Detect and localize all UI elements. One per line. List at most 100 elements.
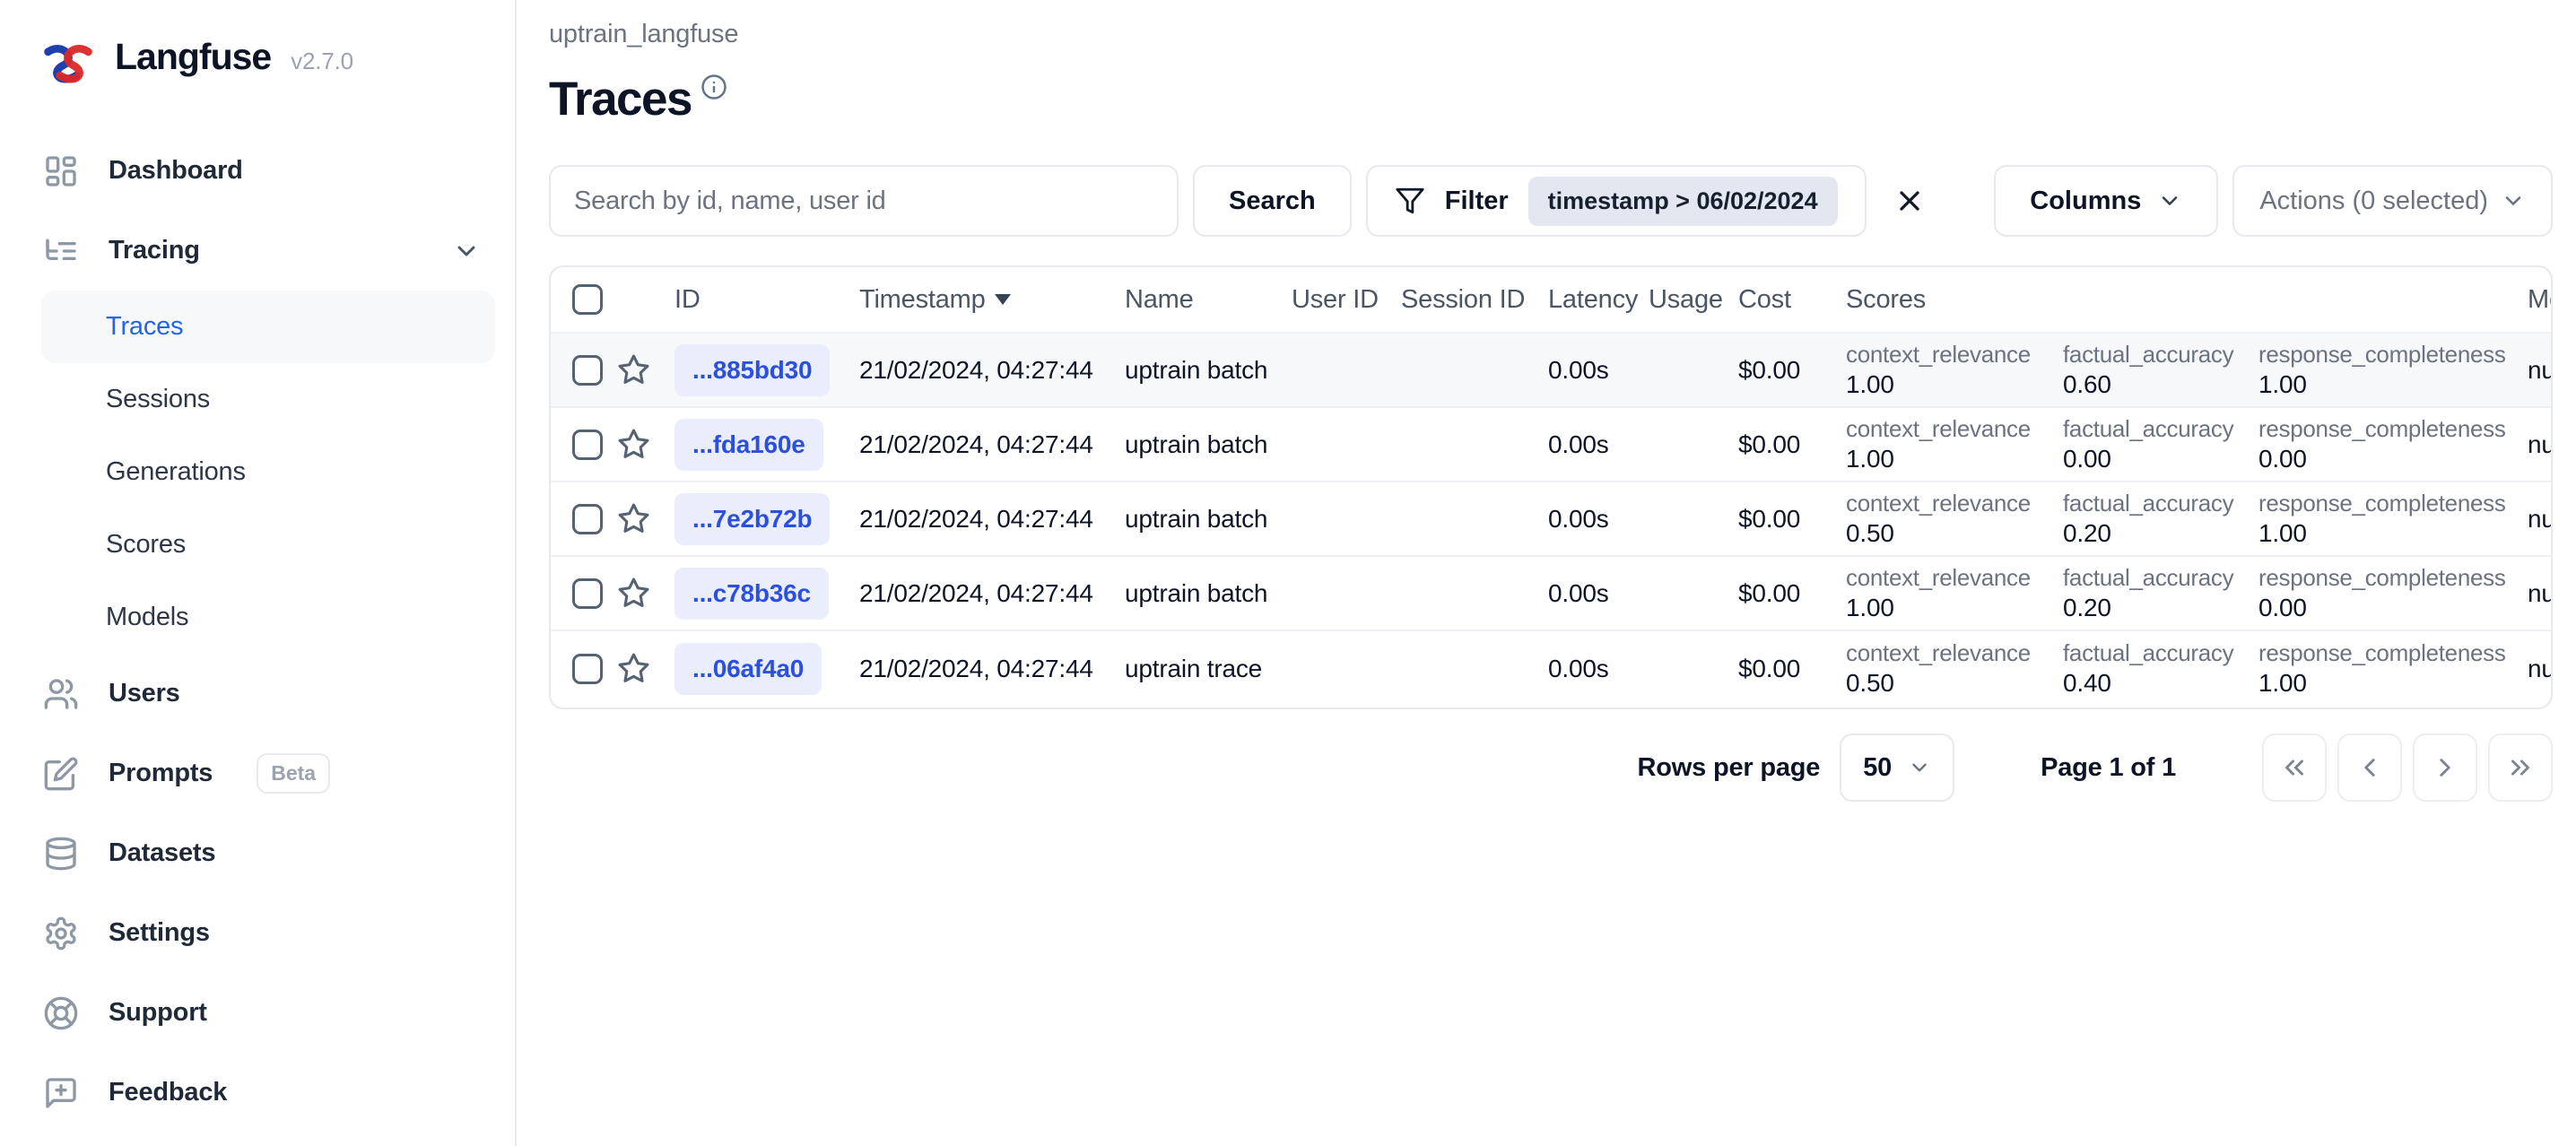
sidebar-subitem-label: Sessions	[106, 385, 211, 413]
beta-badge: Beta	[257, 753, 331, 794]
score-context-relevance: context_relevance 0.50	[1846, 490, 2031, 547]
sidebar-item-tracing[interactable]: Tracing	[41, 211, 495, 291]
sidebar-item-datasets[interactable]: Datasets	[41, 813, 495, 893]
langfuse-logo-icon	[41, 43, 95, 84]
column-header-cost[interactable]: Cost	[1738, 285, 1824, 315]
column-header-timestamp[interactable]: Timestamp	[859, 285, 1125, 315]
metadata-cell: null	[2528, 504, 2553, 533]
latency-cell: 0.00s	[1548, 355, 1609, 384]
trace-id-link[interactable]: ...06af4a0	[674, 642, 822, 695]
cost-cell: $0.00	[1738, 430, 1801, 458]
sidebar-subitem-label: Generations	[106, 457, 246, 486]
columns-button[interactable]: Columns	[1994, 165, 2219, 237]
app-logo[interactable]: Langfuse v2.7.0	[41, 36, 495, 91]
sidebar-item-traces[interactable]: Traces	[41, 291, 495, 363]
latency-cell: 0.00s	[1548, 504, 1609, 533]
column-header-metadata[interactable]: Metadata	[2506, 285, 2551, 315]
trace-id-link[interactable]: ...fda160e	[674, 418, 823, 471]
cost-cell: $0.00	[1738, 578, 1801, 607]
pen-square-icon	[43, 756, 79, 792]
score-context-relevance: context_relevance 0.50	[1846, 639, 2031, 697]
pagination: Rows per page 50 Page 1 of 1	[549, 733, 2553, 803]
sidebar-item-settings[interactable]: Settings	[41, 893, 495, 973]
metadata-cell: null	[2528, 578, 2553, 607]
row-checkbox[interactable]	[572, 429, 603, 460]
clear-filter-button[interactable]	[1893, 165, 1926, 237]
row-checkbox[interactable]	[572, 577, 603, 609]
cost-cell: $0.00	[1738, 654, 1801, 682]
latency-cell: 0.00s	[1548, 654, 1609, 682]
table-row[interactable]: ...fda160e 21/02/2024, 04:27:44 uptrain …	[551, 408, 2553, 482]
scores-cell: context_relevance 1.00 factual_accuracy …	[1824, 414, 2506, 474]
name-cell: uptrain batch	[1125, 504, 1268, 533]
trace-id-link[interactable]: ...7e2b72b	[674, 492, 831, 545]
row-checkbox[interactable]	[572, 653, 603, 684]
trace-id-link[interactable]: ...885bd30	[674, 343, 831, 396]
sort-desc-icon	[994, 294, 1011, 305]
info-icon[interactable]	[701, 74, 727, 100]
chevron-down-icon[interactable]	[452, 237, 481, 265]
star-icon[interactable]	[617, 353, 674, 386]
column-header-usage[interactable]: Usage	[1649, 285, 1738, 315]
table-row[interactable]: ...06af4a0 21/02/2024, 04:27:44 uptrain …	[551, 631, 2551, 706]
score-context-relevance: context_relevance 1.00	[1846, 415, 2031, 473]
rows-per-page-select[interactable]: 50	[1840, 734, 1955, 802]
column-header-scores[interactable]: Scores	[1824, 285, 2506, 315]
trace-id-link[interactable]: ...c78b36c	[674, 567, 829, 620]
traces-table: ID Timestamp Name User ID Session ID Lat…	[549, 265, 2553, 709]
score-response-completeness: response_completeness 0.00	[2258, 415, 2506, 473]
filter-button[interactable]: Filter timestamp > 06/02/2024	[1365, 165, 1867, 237]
filter-chip[interactable]: timestamp > 06/02/2024	[1527, 176, 1838, 226]
sidebar-item-feedback[interactable]: Feedback	[41, 1053, 495, 1133]
select-all-checkbox[interactable]	[572, 284, 603, 315]
star-icon[interactable]	[617, 428, 674, 461]
name-cell: uptrain batch	[1125, 578, 1268, 607]
chevron-down-icon	[2157, 188, 2182, 213]
list-tree-icon	[43, 233, 79, 269]
sidebar-item-label: Feedback	[109, 1078, 228, 1107]
star-icon[interactable]	[617, 652, 674, 685]
sidebar-item-label: Users	[109, 679, 180, 708]
sidebar-item-generations[interactable]: Generations	[41, 436, 495, 508]
score-response-completeness: response_completeness 1.00	[2258, 341, 2506, 398]
table-row[interactable]: ...7e2b72b 21/02/2024, 04:27:44 uptrain …	[551, 482, 2553, 557]
page-indicator: Page 1 of 1	[2041, 752, 2176, 782]
star-icon[interactable]	[617, 577, 674, 610]
name-cell: uptrain batch	[1125, 430, 1268, 458]
score-factual-accuracy: factual_accuracy 0.20	[2063, 564, 2234, 621]
search-button[interactable]: Search	[1193, 165, 1352, 237]
sidebar-item-label: Tracing	[109, 236, 200, 265]
first-page-button[interactable]	[2262, 734, 2327, 802]
sidebar-item-scores[interactable]: Scores	[41, 508, 495, 581]
sidebar-item-dashboard[interactable]: Dashboard	[41, 131, 495, 211]
actions-button[interactable]: Actions (0 selected)	[2232, 165, 2553, 237]
column-header-name[interactable]: Name	[1125, 285, 1292, 315]
chevron-down-icon	[1908, 756, 1931, 779]
table-row[interactable]: ...885bd30 21/02/2024, 04:27:44 uptrain …	[551, 334, 2551, 408]
cost-cell: $0.00	[1738, 355, 1801, 384]
metadata-cell: null	[2528, 430, 2553, 458]
column-header-id[interactable]: ID	[674, 285, 859, 315]
column-header-user-id[interactable]: User ID	[1292, 285, 1401, 315]
sidebar-item-users[interactable]: Users	[41, 654, 495, 734]
sidebar-subitem-label: Scores	[106, 530, 187, 559]
sidebar-item-support[interactable]: Support	[41, 973, 495, 1053]
funnel-icon	[1395, 186, 1425, 216]
sidebar-item-models[interactable]: Models	[41, 581, 495, 654]
row-checkbox[interactable]	[572, 354, 603, 386]
sidebar-item-label: Settings	[109, 918, 210, 947]
last-page-button[interactable]	[2488, 734, 2553, 802]
column-header-session-id[interactable]: Session ID	[1401, 285, 1548, 315]
column-header-latency[interactable]: Latency	[1548, 285, 1649, 315]
table-row[interactable]: ...c78b36c 21/02/2024, 04:27:44 uptrain …	[551, 557, 2553, 631]
search-input[interactable]	[549, 165, 1179, 237]
next-page-button[interactable]	[2413, 734, 2477, 802]
row-checkbox[interactable]	[572, 503, 603, 534]
star-icon[interactable]	[617, 502, 674, 535]
sidebar-item-label: Prompts	[109, 759, 213, 787]
sidebar-item-sessions[interactable]: Sessions	[41, 363, 495, 436]
score-context-relevance: context_relevance 1.00	[1846, 564, 2031, 621]
sidebar-item-prompts[interactable]: Prompts Beta	[41, 734, 495, 813]
breadcrumb[interactable]: uptrain_langfuse	[549, 20, 2553, 56]
previous-page-button[interactable]	[2337, 734, 2402, 802]
